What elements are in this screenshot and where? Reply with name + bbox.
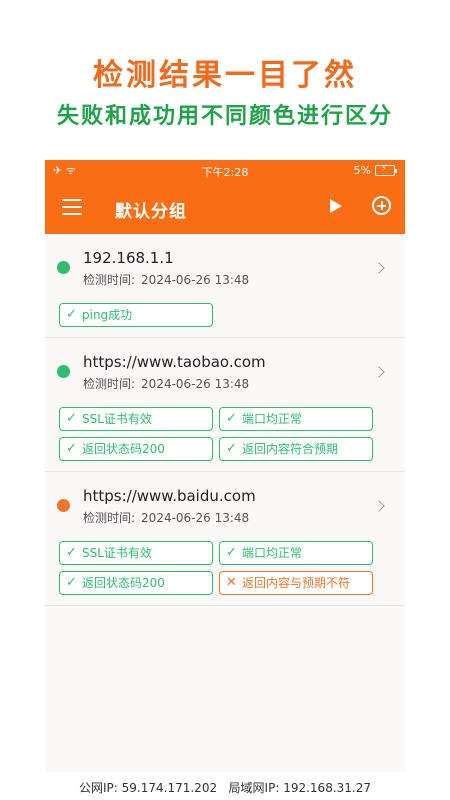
result-tag-success: ✓ 端口均正常 [219,407,373,431]
result-tag-label: SSL证书有效 [82,412,152,426]
result-tag-label: 返回状态码200 [82,576,165,590]
check-time-label: 检测时间: [83,511,136,525]
result-tag-label: 返回状态码200 [82,442,165,456]
chevron-right-icon[interactable] [373,262,385,274]
check-time-value: 2024-06-26 13:48 [141,511,250,525]
check-icon: ✓ [66,575,77,590]
status-success-dot [57,261,70,274]
item-check-time: 检测时间: 2024-06-26 13:48 [83,271,249,288]
chevron-right-icon[interactable] [373,500,385,512]
add-circle-icon[interactable] [372,196,391,215]
status-success-dot [57,365,70,378]
result-tag-label: SSL证书有效 [82,546,152,560]
result-tag-success: ✓ SSL证书有效 [59,407,213,431]
result-tag-success: ✓ 返回状态码200 [59,571,213,595]
promo-subtitle: 失败和成功用不同颜色进行区分 [56,103,393,129]
status-bar: ✈ ᯤ 下午2:28 5% ⚡ [45,160,405,182]
result-tag-success: ✓ SSL证书有效 [59,541,213,565]
nav-title: 默认分组 [115,202,187,222]
check-icon: ✓ [66,545,77,560]
result-tag-success: ✓ 返回状态码200 [59,437,213,461]
public-ip-label: 公网IP: [79,781,118,795]
check-time-label: 检测时间: [83,377,136,391]
public-ip-value: 59.174.171.202 [121,781,218,795]
check-icon: ✓ [66,441,77,456]
result-tag-label: 端口均正常 [242,412,303,426]
battery-percent: 5% [353,164,371,177]
item-url: 192.168.1.1 [83,249,174,267]
result-tag-label: ping成功 [82,308,133,322]
check-icon: ✓ [66,411,77,426]
app-screen: ✈ ᯤ 下午2:28 5% ⚡ 默认分组 192.168.1.1 检测时间: 202… [45,160,405,772]
status-time: 下午2:28 [201,166,249,179]
result-tag-success: ✓ 返回内容符合预期 [219,437,373,461]
item-check-time: 检测时间: 2024-06-26 13:48 [83,509,249,526]
cross-icon: ✕ [226,575,237,590]
battery-icon: ⚡ [375,164,397,176]
nav-bar: 默认分组 [45,182,405,234]
result-tag-label: 返回内容符合预期 [242,442,339,456]
result-tag-success: ✓ 端口均正常 [219,541,373,565]
check-time-value: 2024-06-26 13:48 [141,377,250,391]
footer-ip-info: 公网IP: 59.174.171.202 局域网IP: 192.168.31.2… [0,779,450,796]
play-icon[interactable] [330,199,342,213]
item-check-time: 检测时间: 2024-06-26 13:48 [83,375,249,392]
list-item[interactable]: https://www.taobao.com 检测时间: 2024-06-26 13… [45,338,405,472]
check-icon: ✓ [66,307,77,322]
menu-icon[interactable] [62,199,82,215]
status-fail-dot [57,499,70,512]
result-tag-fail: ✕ 返回内容与预期不符 [219,571,373,595]
result-tag-success: ✓ ping成功 [59,303,213,327]
item-url: https://www.baidu.com [83,487,256,505]
promo-title: 检测结果一目了然 [93,58,357,93]
result-tag-label: 端口均正常 [242,546,303,560]
check-time-label: 检测时间: [83,273,136,287]
result-tag-label: 返回内容与预期不符 [242,576,351,590]
lan-ip-value: 192.168.31.27 [283,781,371,795]
lan-ip-label: 局域网IP: [228,781,280,795]
check-time-value: 2024-06-26 13:48 [141,273,250,287]
list-item[interactable]: https://www.baidu.com 检测时间: 2024-06-26 13:… [45,472,405,606]
chevron-right-icon[interactable] [373,366,385,378]
check-icon: ✓ [226,545,237,560]
check-icon: ✓ [226,411,237,426]
check-icon: ✓ [226,441,237,456]
list-item[interactable]: 192.168.1.1 检测时间: 2024-06-26 13:48 ✓ ping成功 [45,234,405,338]
item-url: https://www.taobao.com [83,353,266,371]
